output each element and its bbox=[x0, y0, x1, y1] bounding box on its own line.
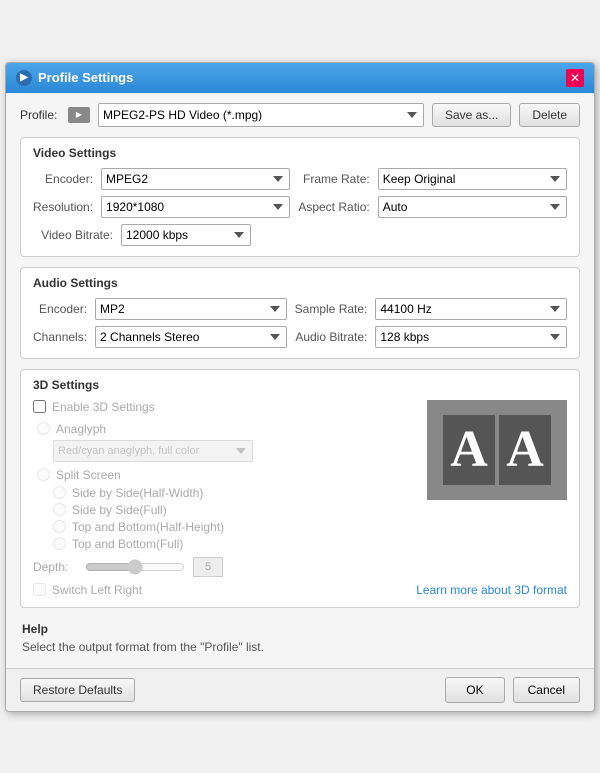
switch-row: Switch Left Right Learn more about 3D fo… bbox=[33, 583, 567, 597]
split-screen-label: Split Screen bbox=[56, 468, 121, 482]
top-bottom-full-label: Top and Bottom(Full) bbox=[72, 537, 183, 551]
dialog-footer: Restore Defaults OK Cancel bbox=[6, 668, 594, 711]
side-by-side-half-label: Side by Side(Half-Width) bbox=[72, 486, 203, 500]
side-by-side-half-radio[interactable] bbox=[53, 486, 66, 499]
switch-left-right-label: Switch Left Right bbox=[52, 583, 142, 597]
top-bottom-half-radio[interactable] bbox=[53, 520, 66, 533]
audio-bitrate-select[interactable]: 128 kbps bbox=[375, 326, 567, 348]
side-by-side-full-label: Side by Side(Full) bbox=[72, 503, 167, 517]
dialog-body: Profile: ▶ MPEG2-PS HD Video (*.mpg) Sav… bbox=[6, 93, 594, 668]
switch-left-right-checkbox[interactable] bbox=[33, 583, 46, 596]
video-settings-grid: Encoder: MPEG2 Frame Rate: Keep Original… bbox=[33, 168, 567, 218]
preview-letter-a-right: A bbox=[499, 415, 551, 485]
anaglyph-radio[interactable] bbox=[37, 422, 50, 435]
preview-aa-graphic: A A bbox=[443, 415, 551, 485]
video-settings-title: Video Settings bbox=[33, 146, 567, 160]
ok-button[interactable]: OK bbox=[445, 677, 504, 703]
audio-settings-section: Audio Settings Encoder: MP2 Sample Rate:… bbox=[20, 267, 580, 359]
top-bottom-full-radio[interactable] bbox=[53, 537, 66, 550]
depth-label: Depth: bbox=[33, 560, 77, 574]
video-bitrate-select[interactable]: 12000 kbps bbox=[121, 224, 251, 246]
audio-encoder-select[interactable]: MP2 bbox=[95, 298, 287, 320]
sample-rate-label: Sample Rate: bbox=[295, 302, 368, 316]
dialog-title: Profile Settings bbox=[38, 70, 133, 85]
side-by-side-full-row: Side by Side(Full) bbox=[33, 503, 567, 517]
encoder-label: Encoder: bbox=[33, 172, 93, 186]
save-as-button[interactable]: Save as... bbox=[432, 103, 511, 127]
help-section: Help Select the output format from the "… bbox=[20, 618, 580, 658]
frame-rate-select[interactable]: Keep Original bbox=[378, 168, 567, 190]
resolution-select[interactable]: 1920*1080 bbox=[101, 196, 290, 218]
delete-button[interactable]: Delete bbox=[519, 103, 580, 127]
3d-settings-section: 3D Settings A A Enable 3D Settings Anagl… bbox=[20, 369, 580, 608]
switch-left-right-row: Switch Left Right bbox=[33, 583, 142, 597]
video-bitrate-row: Video Bitrate: 12000 kbps bbox=[33, 224, 567, 246]
title-bar-left: ▶ Profile Settings bbox=[16, 70, 133, 86]
video-settings-section: Video Settings Encoder: MPEG2 Frame Rate… bbox=[20, 137, 580, 257]
help-title: Help bbox=[22, 622, 578, 636]
aspect-ratio-select[interactable]: Auto bbox=[378, 196, 567, 218]
help-text: Select the output format from the "Profi… bbox=[22, 640, 578, 654]
top-bottom-full-row: Top and Bottom(Full) bbox=[33, 537, 567, 551]
depth-value-input[interactable] bbox=[193, 557, 223, 577]
footer-right: OK Cancel bbox=[445, 677, 580, 703]
enable-3d-checkbox[interactable] bbox=[33, 400, 46, 413]
cancel-button[interactable]: Cancel bbox=[513, 677, 580, 703]
profile-settings-dialog: ▶ Profile Settings ✕ Profile: ▶ MPEG2-PS… bbox=[5, 62, 595, 712]
audio-settings-grid: Encoder: MP2 Sample Rate: 44100 Hz Chann… bbox=[33, 298, 567, 348]
video-bitrate-label: Video Bitrate: bbox=[33, 228, 113, 242]
close-button[interactable]: ✕ bbox=[566, 69, 584, 87]
audio-bitrate-label: Audio Bitrate: bbox=[295, 330, 368, 344]
app-icon: ▶ bbox=[16, 70, 32, 86]
learn-more-link[interactable]: Learn more about 3D format bbox=[416, 583, 567, 597]
anaglyph-label: Anaglyph bbox=[56, 422, 106, 436]
audio-settings-title: Audio Settings bbox=[33, 276, 567, 290]
frame-rate-label: Frame Rate: bbox=[298, 172, 369, 186]
enable-3d-label: Enable 3D Settings bbox=[52, 400, 155, 414]
3d-settings-title: 3D Settings bbox=[33, 378, 567, 392]
audio-encoder-label: Encoder: bbox=[33, 302, 87, 316]
depth-slider[interactable] bbox=[85, 559, 185, 575]
3d-preview-box: A A bbox=[427, 400, 567, 500]
resolution-label: Resolution: bbox=[33, 200, 93, 214]
depth-row: Depth: bbox=[33, 557, 567, 577]
profile-select[interactable]: MPEG2-PS HD Video (*.mpg) bbox=[98, 103, 424, 127]
top-bottom-half-label: Top and Bottom(Half-Height) bbox=[72, 520, 224, 534]
encoder-select[interactable]: MPEG2 bbox=[101, 168, 290, 190]
profile-row: Profile: ▶ MPEG2-PS HD Video (*.mpg) Sav… bbox=[20, 103, 580, 127]
restore-defaults-button[interactable]: Restore Defaults bbox=[20, 678, 135, 702]
profile-label: Profile: bbox=[20, 108, 60, 122]
side-by-side-full-radio[interactable] bbox=[53, 503, 66, 516]
profile-format-icon: ▶ bbox=[68, 107, 90, 123]
title-bar: ▶ Profile Settings ✕ bbox=[6, 63, 594, 93]
aspect-ratio-label: Aspect Ratio: bbox=[298, 200, 369, 214]
split-screen-radio[interactable] bbox=[37, 468, 50, 481]
channels-label: Channels: bbox=[33, 330, 87, 344]
sample-rate-select[interactable]: 44100 Hz bbox=[375, 298, 567, 320]
anaglyph-type-select[interactable]: Red/cyan anaglyph, full color bbox=[53, 440, 253, 462]
channels-select[interactable]: 2 Channels Stereo bbox=[95, 326, 287, 348]
top-bottom-half-row: Top and Bottom(Half-Height) bbox=[33, 520, 567, 534]
preview-letter-a-left: A bbox=[443, 415, 495, 485]
